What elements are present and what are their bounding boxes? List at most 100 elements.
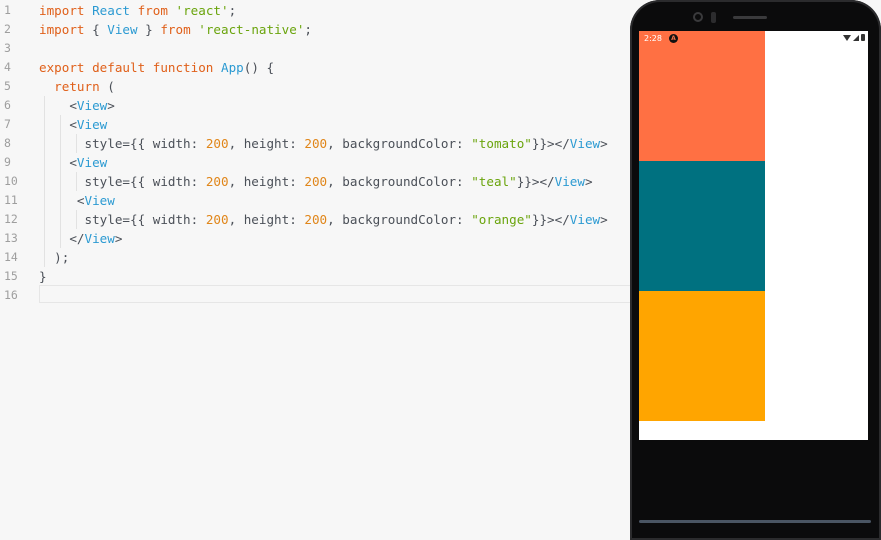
indent-guide	[60, 115, 61, 248]
code-line[interactable]: 4 export default function App() {	[0, 58, 640, 77]
code-token: ;	[228, 3, 237, 18]
code-line[interactable]: 6 <View>	[0, 96, 640, 115]
code-token: ;	[304, 22, 313, 37]
line-code: return (	[39, 77, 115, 96]
code-token: }}></	[531, 212, 570, 227]
app-notification-icon: A	[669, 34, 678, 43]
code-token: export default function	[39, 60, 221, 75]
line-code: <View>	[39, 96, 115, 115]
code-token: , backgroundColor:	[327, 174, 472, 189]
sensor-icon	[711, 12, 716, 23]
code-line[interactable]: 10 style={{ width: 200, height: 200, bac…	[0, 172, 640, 191]
code-token: , height:	[228, 136, 305, 151]
line-code: style={{ width: 200, height: 200, backgr…	[39, 134, 608, 153]
code-token: {	[92, 22, 108, 37]
wifi-icon	[843, 34, 851, 41]
code-token: }}></	[531, 136, 570, 151]
code-line[interactable]: 1 import React from 'react';	[0, 1, 640, 20]
code-token: >	[584, 174, 593, 189]
line-number: 11	[4, 193, 18, 207]
code-token: >	[600, 212, 608, 227]
line-code: style={{ width: 200, height: 200, backgr…	[39, 172, 593, 191]
code-token: View	[569, 136, 601, 151]
code-token: 200	[205, 136, 229, 151]
code-token: "tomato"	[471, 136, 532, 151]
code-token: View	[569, 212, 601, 227]
code-token: 200	[304, 136, 328, 151]
code-token: View	[76, 98, 108, 113]
code-token: , backgroundColor:	[327, 212, 472, 227]
status-bar: 2:28 A	[639, 31, 868, 47]
code-token: , height:	[228, 174, 305, 189]
code-token: View	[107, 22, 138, 37]
code-token: style={{ width:	[39, 212, 206, 227]
line-number: 13	[4, 231, 18, 245]
code-token: React	[92, 3, 138, 18]
code-token: 200	[304, 212, 328, 227]
code-line[interactable]: 12 style={{ width: 200, height: 200, bac…	[0, 210, 640, 229]
line-code: <View	[39, 191, 115, 210]
signal-icon	[853, 34, 859, 41]
code-token: style={{ width:	[39, 136, 206, 151]
line-number: 9	[4, 155, 11, 169]
code-token: App	[220, 60, 244, 75]
code-token: >	[114, 231, 123, 246]
code-line[interactable]: 14 );	[0, 248, 640, 267]
line-code: style={{ width: 200, height: 200, backgr…	[39, 210, 608, 229]
code-line[interactable]: 2 import { View } from 'react-native';	[0, 20, 640, 39]
code-token: "teal"	[471, 174, 517, 189]
code-line[interactable]: 7 <View	[0, 115, 640, 134]
camera-icon	[693, 12, 703, 22]
code-editor[interactable]: 1 import React from 'react'; 2 import { Vie…	[0, 0, 640, 540]
indent-guide	[76, 210, 77, 229]
teal-box	[639, 161, 765, 291]
code-token: () {	[243, 60, 275, 75]
line-code: <View	[39, 153, 107, 172]
home-indicator-bar	[639, 520, 871, 523]
code-token: 'react'	[175, 3, 229, 18]
tomato-box	[639, 31, 765, 161]
code-token: View	[76, 155, 108, 170]
code-token: View	[76, 117, 108, 132]
code-token: (	[107, 79, 115, 94]
line-number: 8	[4, 136, 11, 150]
line-number: 12	[4, 212, 18, 226]
code-token: 200	[304, 174, 328, 189]
code-token: , backgroundColor:	[327, 136, 472, 151]
code-token: import	[39, 3, 93, 18]
line-code: <View	[39, 115, 107, 134]
code-line[interactable]: 9 <View	[0, 153, 640, 172]
line-code: }	[39, 267, 47, 286]
code-token: 200	[205, 212, 229, 227]
line-number: 14	[4, 250, 18, 264]
orange-box	[639, 291, 765, 421]
line-number: 7	[4, 117, 11, 131]
code-token: from	[137, 3, 176, 18]
code-line[interactable]: 11 <View	[0, 191, 640, 210]
line-number: 4	[4, 60, 11, 74]
code-token: </	[39, 231, 85, 246]
code-line[interactable]: 15}	[0, 267, 640, 286]
code-token: return	[54, 79, 108, 94]
indent-guide	[76, 172, 77, 191]
code-line[interactable]: 8 style={{ width: 200, height: 200, back…	[0, 134, 640, 153]
speaker-grille	[733, 16, 767, 19]
code-token: >	[600, 136, 608, 151]
line-number: 2	[4, 22, 11, 36]
line-code: </View>	[39, 229, 122, 248]
line-code: import React from 'react';	[39, 1, 236, 20]
code-line[interactable]: 5 return (	[0, 77, 640, 96]
code-token: View	[554, 174, 585, 189]
code-token: 'react-native'	[198, 22, 305, 37]
code-token: from	[160, 22, 199, 37]
code-line[interactable]: 13 </View>	[0, 229, 640, 248]
line-number: 3	[4, 41, 11, 55]
code-token: 200	[205, 174, 229, 189]
code-token: <	[39, 193, 85, 208]
status-time: 2:28	[644, 34, 662, 43]
code-line[interactable]: 3	[0, 39, 640, 58]
code-line[interactable]: 16	[0, 286, 640, 305]
line-code: export default function App() {	[39, 58, 274, 77]
line-number: 16	[4, 288, 18, 302]
code-token: View	[84, 193, 115, 208]
